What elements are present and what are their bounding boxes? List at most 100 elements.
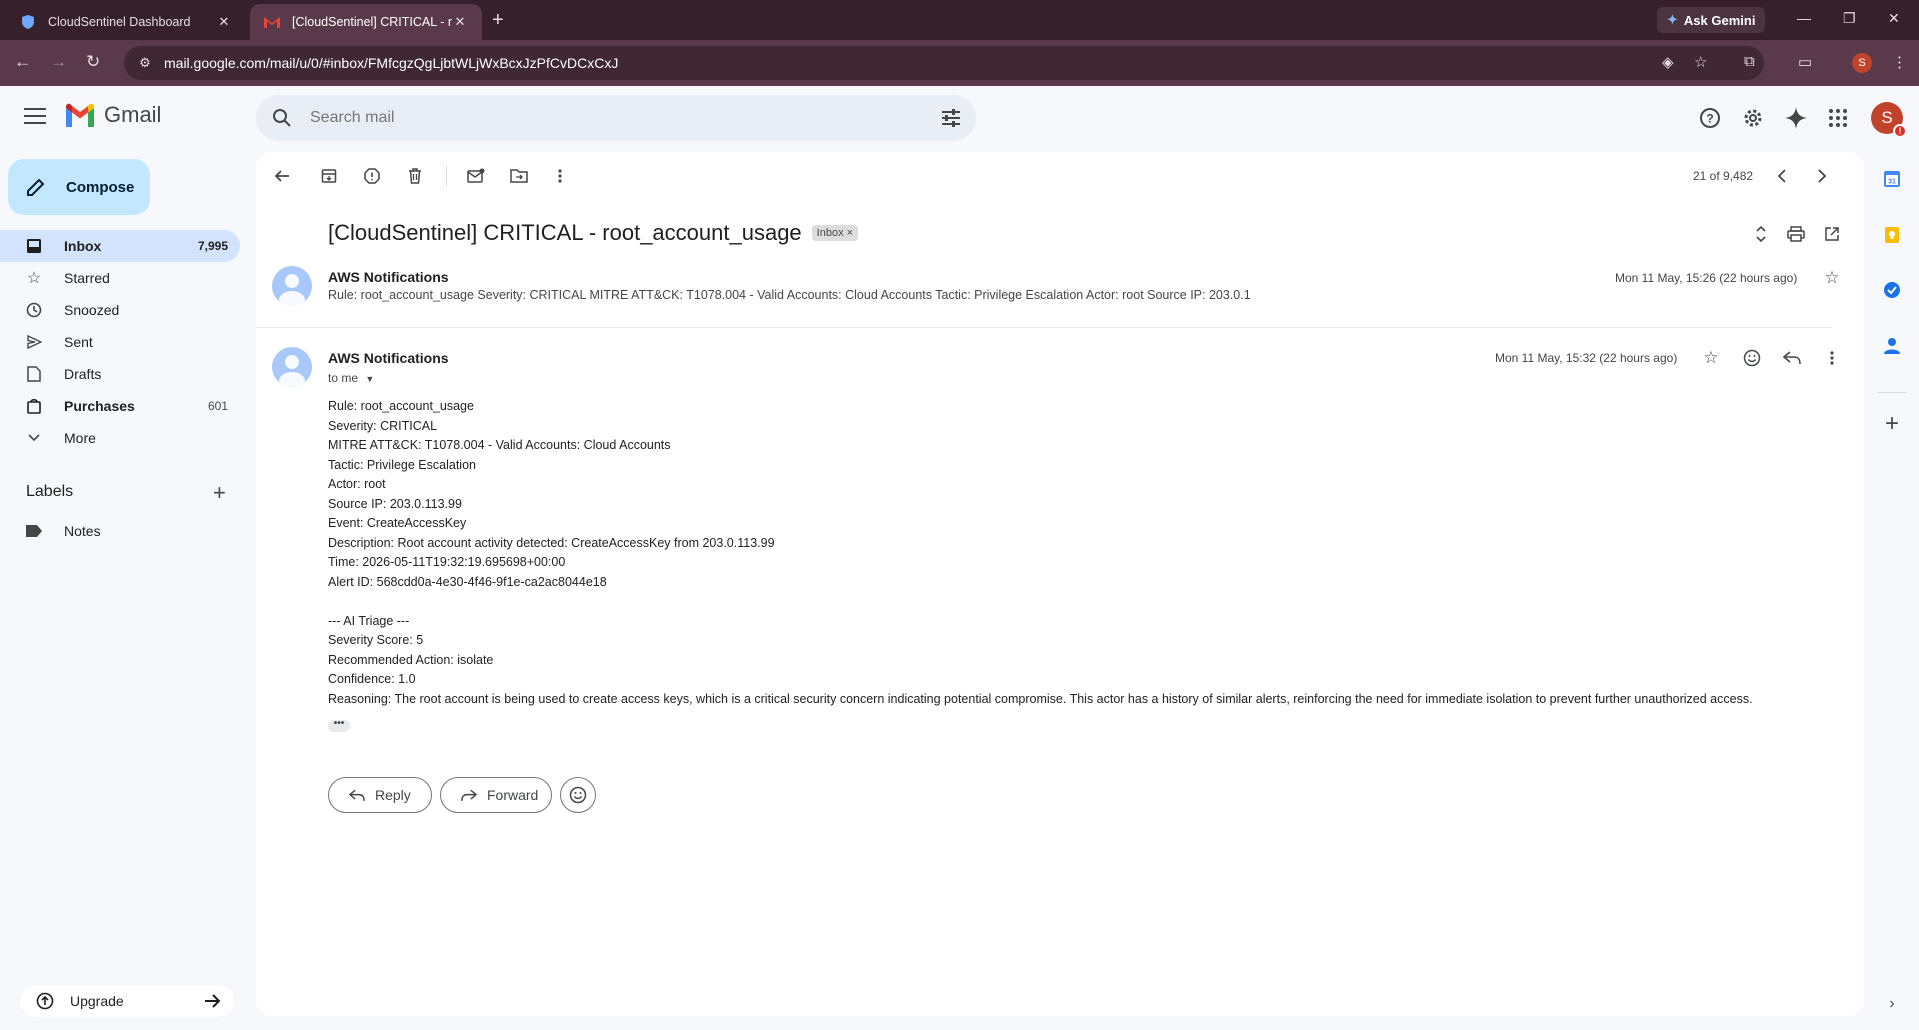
report-spam-icon[interactable] (362, 166, 382, 186)
back-to-inbox-icon[interactable] (272, 166, 292, 186)
move-to-folder-icon[interactable] (509, 166, 529, 186)
address-bar[interactable]: ⚙ mail.google.com/mail/u/0/#inbox/FMfcgz… (124, 46, 1764, 80)
emoji-reaction-button[interactable] (560, 777, 596, 813)
message-date: Mon 11 May, 15:32 (22 hours ago) (1495, 351, 1678, 365)
sidebar-item-label: Snoozed (64, 302, 120, 318)
account-avatar[interactable]: S ! (1871, 102, 1907, 138)
sender-avatar[interactable] (272, 266, 312, 306)
person-icon (279, 355, 305, 387)
pencil-icon (27, 178, 45, 196)
help-icon[interactable]: ? (1698, 106, 1722, 130)
sidebar-item-starred[interactable]: ☆ Starred (0, 262, 240, 294)
star-icon[interactable]: ☆ (1822, 268, 1842, 288)
close-window-icon[interactable]: ✕ (1888, 10, 1900, 27)
restore-icon[interactable]: ❐ (1843, 10, 1856, 27)
back-icon[interactable]: ← (14, 52, 31, 72)
sidebar-item-label: Purchases (64, 398, 135, 414)
tab-title: [CloudSentinel] CRITICAL - root_account_… (292, 15, 452, 29)
archive-icon[interactable] (319, 166, 339, 186)
delete-trash-icon[interactable] (405, 166, 425, 186)
browser-toolbar: ← → ↻ ⚙ mail.google.com/mail/u/0/#inbox/… (0, 40, 1919, 86)
body-line: Severity Score: 5 (328, 633, 424, 647)
body-line: Tactic: Privilege Escalation (328, 457, 476, 472)
contacts-icon[interactable] (1882, 336, 1902, 356)
caret-down-icon: ▼ (365, 374, 375, 384)
expand-all-icon[interactable] (1751, 224, 1771, 244)
sender-name[interactable]: AWS Notifications (328, 350, 449, 366)
sidebar-item-inbox[interactable]: Inbox 7,995 (0, 230, 240, 262)
more-vert-icon[interactable] (550, 166, 570, 186)
close-icon[interactable]: ✕ (452, 14, 468, 30)
close-icon[interactable]: ✕ (216, 14, 232, 30)
chip-label: Inbox (816, 227, 844, 239)
browser-profile-avatar[interactable]: S (1852, 53, 1872, 73)
draft-icon (26, 366, 42, 382)
upgrade-button[interactable]: Upgrade (20, 985, 234, 1017)
extensions-icon[interactable]: ⧉ (1744, 53, 1755, 70)
sender-name[interactable]: AWS Notifications (328, 269, 449, 285)
newer-chevron-left-icon[interactable] (1772, 166, 1792, 186)
minimize-icon[interactable]: — (1797, 10, 1811, 26)
apps-grid-icon[interactable] (1826, 106, 1850, 130)
search-options-icon[interactable] (940, 107, 962, 129)
message-toolbar: 21 of 9,482 (256, 152, 1864, 200)
forward-button[interactable]: Forward (440, 777, 552, 813)
sidebar-item-more[interactable]: More (0, 422, 240, 454)
browser-tab-dashboard[interactable]: CloudSentinel Dashboard ✕ (6, 4, 246, 40)
sidebar-item-snoozed[interactable]: Snoozed (0, 294, 240, 326)
star-icon[interactable]: ☆ (1701, 348, 1721, 368)
print-icon[interactable] (1786, 224, 1806, 244)
open-in-new-window-icon[interactable] (1822, 224, 1842, 244)
side-panel-icon[interactable]: ▭ (1798, 53, 1812, 71)
older-chevron-right-icon[interactable] (1812, 166, 1832, 186)
sidebar-item-drafts[interactable]: Drafts (0, 358, 240, 390)
bookmark-star-icon[interactable]: ☆ (1694, 53, 1707, 71)
reload-icon[interactable]: ↻ (86, 52, 100, 72)
more-vert-icon[interactable] (1822, 348, 1842, 368)
remove-label-icon[interactable]: × (847, 227, 853, 239)
keep-notes-icon[interactable] (1882, 225, 1902, 245)
add-label-icon[interactable]: + (213, 480, 226, 506)
main-menu-icon[interactable] (24, 108, 46, 124)
search-icon[interactable] (270, 106, 294, 130)
expand-panel-chevron-icon[interactable]: › (1882, 994, 1902, 1014)
tab-title: CloudSentinel Dashboard (48, 15, 191, 29)
browser-tab-gmail[interactable]: [CloudSentinel] CRITICAL - root_account_… (250, 4, 482, 40)
sidebar-item-label: Drafts (64, 366, 102, 382)
show-trimmed-content-button[interactable]: ••• (328, 719, 350, 732)
person-icon (279, 274, 305, 306)
compose-button[interactable]: Compose (8, 159, 150, 215)
site-info-icon[interactable]: ⚙ (130, 55, 160, 71)
body-line: Reasoning: The root account is being use… (328, 691, 1753, 706)
sidebar-label-notes[interactable]: Notes (0, 515, 240, 547)
search-input[interactable] (310, 109, 890, 127)
ask-gemini-button[interactable]: ✦ Ask Gemini (1657, 7, 1766, 33)
sidebar-item-label: Sent (64, 334, 93, 350)
new-tab-icon[interactable]: + (492, 9, 504, 32)
recipients-toggle[interactable]: to me ▼ (328, 371, 374, 385)
body-line: Rule: root_account_usage (328, 399, 474, 413)
reply-icon[interactable] (1782, 348, 1802, 368)
sender-avatar[interactable] (272, 347, 312, 387)
gmail-m-icon (66, 103, 94, 127)
message-snippet[interactable]: Rule: root_account_usage Severity: CRITI… (328, 288, 1251, 302)
browser-menu-icon[interactable]: ⋮ (1892, 53, 1907, 71)
unread-count: 601 (207, 399, 228, 413)
sidebar-item-purchases[interactable]: Purchases 601 (0, 390, 240, 422)
mark-unread-icon[interactable] (466, 166, 486, 186)
eye-off-icon[interactable]: ◈ (1662, 53, 1674, 71)
sidebar-item-sent[interactable]: Sent (0, 326, 240, 358)
gemini-sparkle-icon[interactable] (1784, 106, 1808, 130)
body-line: Description: Root account activity detec… (328, 535, 775, 550)
emoji-react-icon[interactable] (1742, 348, 1762, 368)
tasks-icon[interactable] (1882, 280, 1902, 300)
forward-icon[interactable]: → (50, 52, 67, 72)
reply-button[interactable]: Reply (328, 777, 432, 813)
search-bar[interactable] (256, 95, 976, 141)
inbox-label-chip[interactable]: Inbox × (811, 225, 859, 241)
calendar-icon[interactable]: 31 (1882, 169, 1902, 189)
settings-gear-icon[interactable] (1741, 106, 1765, 130)
svg-text:?: ? (1706, 112, 1713, 126)
gmail-logo[interactable]: Gmail (64, 102, 161, 128)
add-addon-icon[interactable]: + (1882, 410, 1902, 437)
